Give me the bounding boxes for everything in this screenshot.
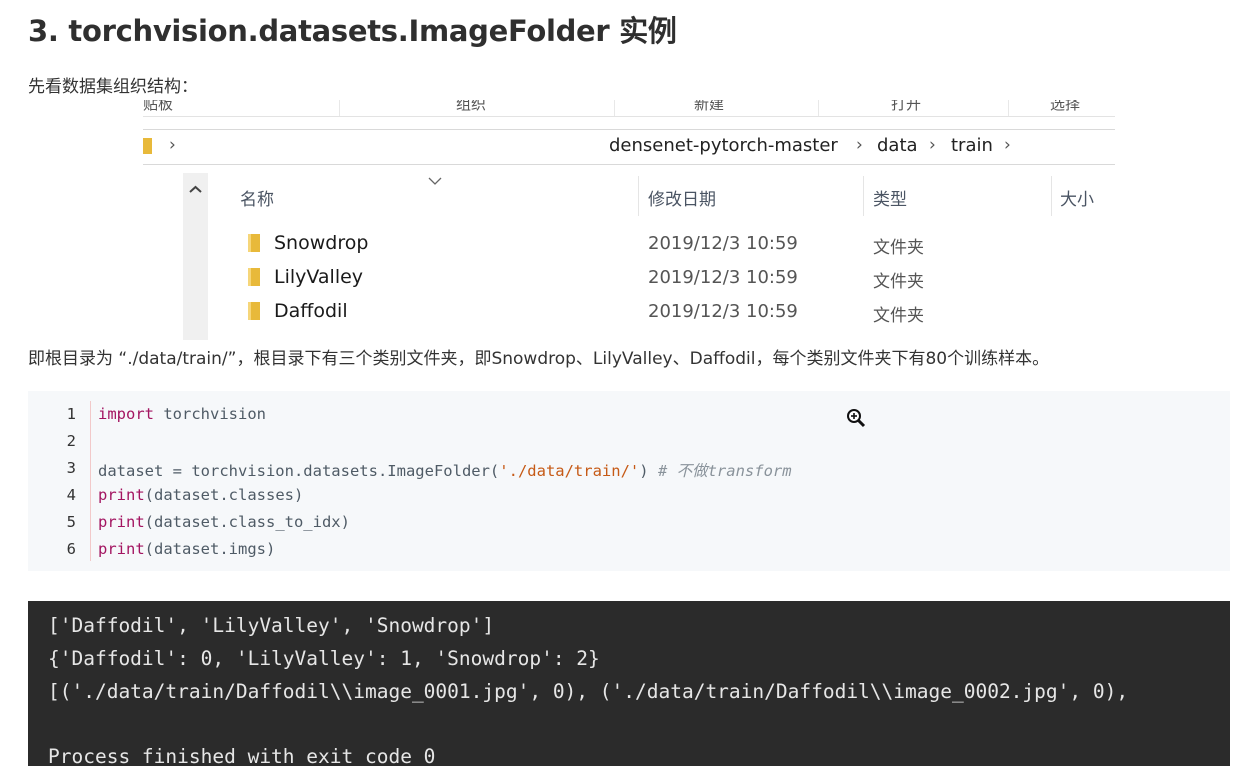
folder-icon (248, 302, 260, 320)
code-line: dataset = torchvision.datasets.ImageFold… (98, 459, 792, 481)
terminal-line-clipped: ' ' ' ' ' ' ' ' ' (48, 601, 271, 611)
terminal-line: [('./data/train/Daffodil\\image_0001.jpg… (48, 680, 1129, 703)
section-title: 3. torchvision.datasets.ImageFolder 实例 (28, 14, 677, 48)
chevron-up-icon (189, 185, 202, 193)
column-header-date: 修改日期 (648, 190, 716, 210)
row-type: 文件夹 (873, 306, 924, 326)
gutter-divider (90, 401, 91, 561)
description-text: 即根目录为 “./data/train/”，根目录下有三个类别文件夹，即Snow… (28, 349, 1050, 369)
terminal-line: Process finished with exit code 0 (48, 745, 436, 766)
column-divider (863, 176, 864, 216)
explorer-screenshot: 贴板 组织 新建 打开 选择 › densenet-pytorch-master… (143, 100, 1115, 340)
ribbon-open: 打开 (891, 100, 922, 113)
code-keyword: print (98, 486, 145, 504)
code-text: dataset = torchvision.datasets.ImageFold… (98, 462, 500, 480)
folder-icon (143, 138, 152, 154)
breadcrumb-densenet: densenet-pytorch-master (609, 135, 838, 156)
row-date: 2019/12/3 10:59 (648, 301, 798, 322)
chevron-right-icon: › (169, 135, 176, 155)
row-type: 文件夹 (873, 272, 924, 292)
code-block[interactable]: 1 2 3 4 5 6 import torchvision dataset =… (28, 391, 1230, 571)
code-keyword: import (98, 405, 154, 423)
line-number: 5 (66, 513, 76, 531)
chevron-right-icon: › (1004, 135, 1011, 155)
ribbon-organize: 组织 (456, 100, 487, 113)
line-number: 3 (66, 459, 76, 477)
terminal-output: ' ' ' ' ' ' ' ' ' ['Daffodil', 'LilyVall… (28, 601, 1230, 766)
chevron-right-icon: › (929, 135, 936, 155)
address-bar: › densenet-pytorch-master › data › train… (143, 129, 1115, 165)
sort-chevron-down-icon (428, 177, 442, 185)
code-line: print(dataset.class_to_idx) (98, 513, 350, 531)
chevron-right-icon: › (856, 135, 863, 155)
ribbon-divider (339, 100, 340, 116)
column-divider (638, 176, 639, 216)
row-type: 文件夹 (873, 238, 924, 258)
ribbon-new: 新建 (694, 100, 725, 113)
code-keyword: print (98, 513, 145, 531)
terminal-line: {'Daffodil': 0, 'LilyValley': 1, 'Snowdr… (48, 647, 600, 670)
row-date: 2019/12/3 10:59 (648, 233, 798, 254)
row-name: LilyValley (274, 266, 364, 288)
code-text: (dataset.class_to_idx) (144, 513, 350, 531)
line-number: 4 (66, 486, 76, 504)
folder-icon (248, 268, 260, 286)
row-name: Snowdrop (274, 232, 369, 254)
ribbon-divider (818, 100, 819, 116)
breadcrumb-train: train (951, 135, 993, 156)
column-divider (1051, 176, 1052, 216)
code-text: torchvision (154, 405, 266, 423)
column-header-name: 名称 (240, 190, 274, 210)
row-date: 2019/12/3 10:59 (648, 267, 798, 288)
code-line: print(dataset.imgs) (98, 540, 275, 558)
intro-text: 先看数据集组织结构： (28, 77, 198, 97)
ribbon-divider (1008, 100, 1009, 116)
code-string: './data/train/' (499, 462, 640, 480)
ribbon-groups: 贴板 组织 新建 打开 选择 (143, 100, 1115, 117)
code-text: ) (639, 462, 658, 480)
code-line: print(dataset.classes) (98, 486, 303, 504)
line-number: 6 (66, 540, 76, 558)
folder-icon (248, 234, 260, 252)
code-keyword: print (98, 540, 145, 558)
terminal-line: ['Daffodil', 'LilyValley', 'Snowdrop'] (48, 614, 495, 637)
navigation-pane (183, 173, 208, 340)
code-text: (dataset.imgs) (144, 540, 276, 558)
zoom-in-cursor-icon (847, 409, 866, 428)
ribbon-select: 选择 (1050, 100, 1081, 113)
ribbon-clipboard: 贴板 (143, 100, 174, 113)
code-text: (dataset.classes) (144, 486, 304, 504)
column-header-type: 类型 (873, 190, 907, 210)
line-number: 1 (66, 405, 76, 423)
breadcrumb-data: data (877, 135, 918, 156)
column-header-size: 大小 (1060, 190, 1094, 210)
ribbon-divider (614, 100, 615, 116)
row-name: Daffodil (274, 300, 348, 322)
code-line: import torchvision (98, 405, 266, 423)
code-comment: # 不做transform (657, 462, 792, 480)
line-number: 2 (66, 432, 76, 450)
